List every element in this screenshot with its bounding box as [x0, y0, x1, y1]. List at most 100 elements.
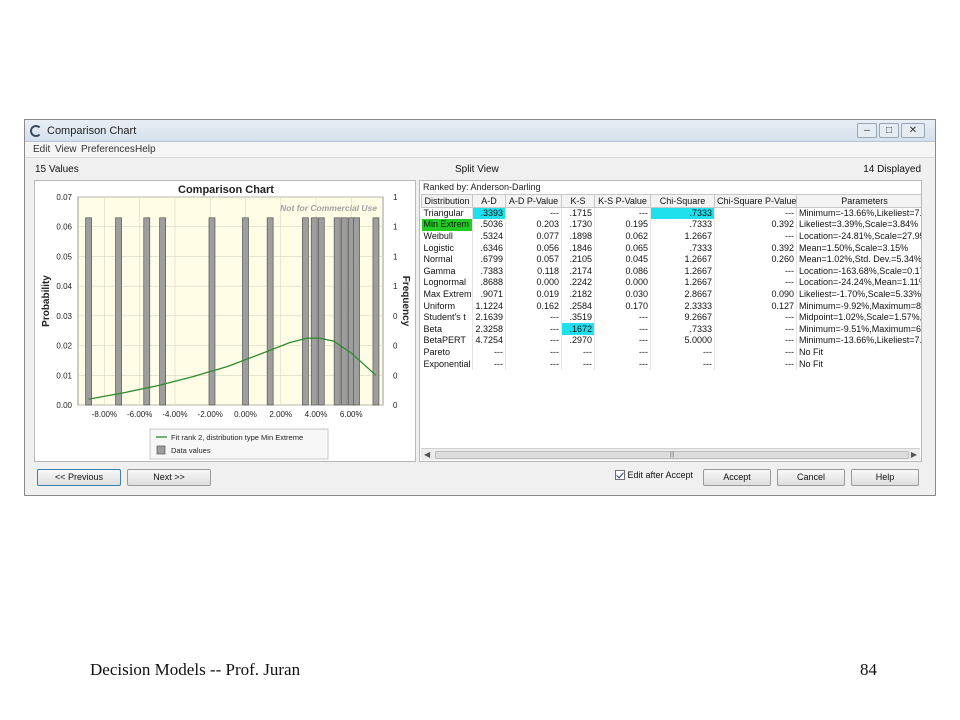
- legend-label-fit: Fit rank 2, distribution type Min Extrem…: [171, 433, 303, 442]
- data-bar[interactable]: [353, 217, 360, 406]
- table-row[interactable]: Exponential --- --- --- --- --- --- No Fit: [421, 358, 921, 370]
- table-cell: 0.170: [594, 300, 651, 312]
- table-row[interactable]: Lognormal .8688 0.000.2242 0.000 1.2667 --- Lo…: [421, 277, 921, 289]
- chart-title: Comparison Chart: [178, 184, 274, 196]
- close-icon[interactable]: ✕: [901, 123, 925, 138]
- column-header[interactable]: K-S: [561, 194, 595, 208]
- menu-help[interactable]: Help: [135, 144, 156, 155]
- y2-tick-label: 0: [393, 312, 398, 321]
- data-bar[interactable]: [115, 217, 122, 406]
- table-cell: 0.000: [594, 277, 651, 289]
- y2-tick-label: 1: [393, 223, 398, 232]
- column-header[interactable]: Distribution: [421, 194, 473, 208]
- help-button[interactable]: Help: [851, 469, 919, 486]
- data-bar[interactable]: [372, 217, 380, 406]
- table-row[interactable]: Weibull .5324 0.077.1898 0.062 1.2667 --- Loca…: [421, 230, 921, 243]
- edit-after-accept-option[interactable]: Edit after Accept: [615, 470, 693, 480]
- cancel-button[interactable]: Cancel: [777, 469, 845, 486]
- y-tick-label: 0.06: [56, 223, 72, 232]
- table-row[interactable]: BetaPERT 4.7254 --- .2970 --- 5.0000 --- Minimu…: [421, 335, 921, 347]
- y2-tick-label: 1: [393, 193, 398, 202]
- table-cell: ---: [594, 335, 651, 347]
- scroll-left-icon[interactable]: ◀: [424, 449, 430, 461]
- distribution-name-cell: Exponential: [421, 358, 473, 370]
- previous-button[interactable]: << Previous: [37, 469, 121, 486]
- data-bar[interactable]: [302, 217, 309, 406]
- data-bar[interactable]: [143, 217, 151, 406]
- distribution-name-cell: Uniform: [421, 300, 473, 312]
- data-bar[interactable]: [242, 217, 249, 406]
- table-cell: ---: [561, 358, 595, 370]
- table-cell: .6799: [472, 253, 506, 266]
- y-tick-label: 0.07: [56, 193, 72, 202]
- table-cell: 0.065: [594, 242, 651, 254]
- table-cell: Minimum=-13.66%,Likeliest=7.5: [796, 207, 921, 220]
- distribution-name-cell: Gamma: [421, 265, 473, 278]
- data-bar[interactable]: [208, 217, 216, 406]
- maximize-icon[interactable]: □: [879, 123, 899, 138]
- next-button[interactable]: Next >>: [127, 469, 211, 486]
- table-row[interactable]: Triangular .3393 --- .1715 --- .7333 --- Minimu…: [421, 207, 921, 220]
- table-cell: 4.7254: [472, 335, 506, 347]
- table-row[interactable]: Max Extrem .9071 0.019.2182 0.030 2.8667 0.09…: [421, 288, 921, 301]
- table-cell: Likeliest=-1.70%,Scale=5.33%: [796, 288, 921, 301]
- window-title: Comparison Chart: [47, 125, 137, 137]
- data-bar[interactable]: [266, 217, 274, 406]
- table-row[interactable]: Pareto --- --- --- --- --- --- No Fit: [421, 346, 921, 359]
- column-header[interactable]: Parameters: [796, 194, 921, 208]
- y2-tick-label: 1: [393, 282, 398, 291]
- data-bar[interactable]: [159, 217, 166, 406]
- table-row[interactable]: Min Extrem .5036 0.203.1730 0.195.7333 0.392…: [421, 219, 921, 231]
- table-row[interactable]: Student's t 2.1639 --- .3519 --- 9.2667 --- Mid…: [421, 311, 921, 324]
- data-bar[interactable]: [85, 217, 92, 406]
- table-cell: .1715: [561, 207, 595, 220]
- app-icon: [30, 125, 42, 137]
- minimize-icon[interactable]: –: [857, 123, 877, 138]
- column-header[interactable]: A-D P-Value: [505, 194, 562, 208]
- table-cell: .7333: [650, 323, 715, 336]
- table-cell: .7383: [472, 265, 506, 278]
- table-row[interactable]: Gamma .7383 0.118.2174 0.086 1.2667 --- Locati…: [421, 265, 921, 278]
- table-row[interactable]: Logistic .6346 0.056.1846 0.065.7333 0.392 Me…: [421, 242, 921, 254]
- column-header[interactable]: K-S P-Value: [594, 194, 651, 208]
- table-row[interactable]: Beta 2.3258 --- .1672 --- .7333 --- Minimum=-9.…: [421, 323, 921, 336]
- data-bar[interactable]: [317, 217, 325, 406]
- table-row[interactable]: Normal .6799 0.057.2105 0.045 1.2667 0.260 Mea…: [421, 253, 921, 266]
- fit-results-table: Distribution A-D A-D P-Value K-S K-S P-Value…: [421, 194, 921, 370]
- y2-axis-label: Frequency: [400, 276, 411, 327]
- table-cell: 0.392: [714, 219, 797, 231]
- distribution-name-cell: Lognormal: [421, 277, 473, 289]
- data-bar[interactable]: [333, 217, 341, 406]
- table-cell: .7333: [650, 219, 715, 231]
- column-header[interactable]: A-D: [472, 194, 506, 208]
- table-cell: Mean=1.50%,Scale=3.15%: [796, 242, 921, 254]
- data-bar[interactable]: [310, 217, 318, 406]
- distribution-name-cell: Logistic: [421, 242, 473, 254]
- column-header[interactable]: Chi-Square: [650, 194, 715, 208]
- table-cell: 1.2667: [650, 265, 715, 278]
- menu-edit[interactable]: Edit: [33, 144, 50, 155]
- scrollbar-thumb[interactable]: |||: [435, 451, 909, 459]
- table-cell: .5324: [472, 230, 506, 243]
- data-bar[interactable]: [340, 217, 348, 406]
- column-header[interactable]: Chi-Square P-Value: [714, 194, 797, 208]
- accept-button[interactable]: Accept: [703, 469, 771, 486]
- y-tick-label: 0.05: [56, 252, 72, 261]
- distribution-name-cell: Student's t: [421, 311, 473, 324]
- table-row[interactable]: Uniform 1.1224 0.162.2584 0.170 2.3333 0.127 M…: [421, 300, 921, 312]
- table-cell: 0.019: [505, 288, 562, 301]
- edit-after-accept-checkbox[interactable]: [615, 470, 625, 480]
- table-cell: .1672: [561, 323, 595, 336]
- x-tick-label: -2.00%: [198, 410, 223, 419]
- table-cell: .2970: [561, 335, 595, 347]
- x-tick-label: -6.00%: [127, 410, 152, 419]
- x-tick-label: -4.00%: [162, 410, 187, 419]
- menu-preferences[interactable]: Preferences: [81, 144, 135, 155]
- distribution-name-cell: Pareto: [421, 346, 473, 359]
- menu-view[interactable]: View: [55, 144, 77, 155]
- table-cell: 0.203: [505, 219, 562, 231]
- table-cell: 0.086: [594, 265, 651, 278]
- table-cell: Minimum=-13.66%,Likeliest=7.5: [796, 335, 921, 347]
- horizontal-scrollbar[interactable]: ◀ ||| ▶: [421, 448, 920, 460]
- scroll-right-icon[interactable]: ▶: [911, 449, 917, 461]
